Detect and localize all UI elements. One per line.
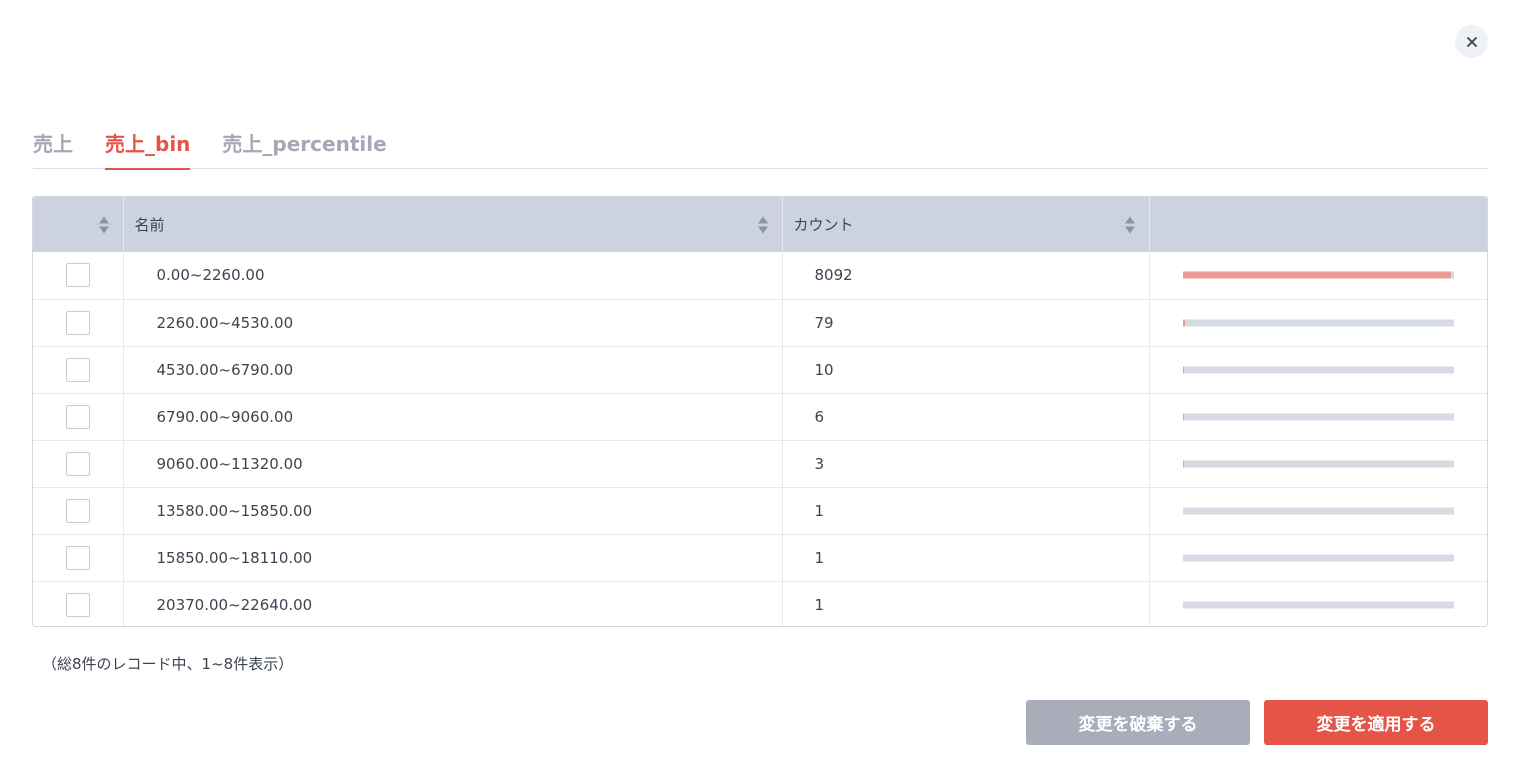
bar-cell [1149, 393, 1487, 440]
column-label-name: 名前 [134, 216, 165, 234]
bar-cell [1149, 440, 1487, 487]
bar-column-header [1149, 197, 1487, 252]
count-bar [1182, 413, 1454, 420]
checkbox-cell [33, 440, 124, 487]
row-checkbox[interactable] [65, 263, 90, 288]
bar-cell [1149, 299, 1487, 346]
bin-count: 1 [782, 581, 1150, 626]
name-column-header[interactable]: 名前 [123, 197, 783, 252]
bin-count: 1 [782, 487, 1150, 534]
count-bar-fill [1182, 366, 1185, 373]
bin-count: 8092 [782, 252, 1150, 299]
table-row: 9060.00~11320.00 3 [33, 440, 1487, 487]
bin-name: 13580.00~15850.00 [123, 487, 783, 534]
row-checkbox[interactable] [65, 451, 90, 476]
bin-name: 9060.00~11320.00 [123, 440, 783, 487]
bar-cell [1149, 252, 1487, 299]
count-bar [1182, 319, 1454, 326]
sort-icon[interactable] [98, 216, 109, 233]
bar-cell [1149, 487, 1487, 534]
table-row: 20370.00~22640.00 1 [33, 581, 1487, 626]
count-bar [1182, 366, 1454, 373]
table-row: 2260.00~4530.00 79 [33, 299, 1487, 346]
bin-count: 10 [782, 346, 1150, 393]
row-checkbox[interactable] [65, 404, 90, 429]
row-checkbox[interactable] [65, 545, 90, 570]
close-button[interactable] [1455, 25, 1488, 58]
close-icon [1466, 36, 1477, 47]
bin-count: 79 [782, 299, 1150, 346]
checkbox-cell [33, 581, 124, 626]
select-column-header[interactable] [33, 197, 124, 252]
table-row: 0.00~2260.00 8092 [33, 252, 1487, 299]
tab-bar: 売上 売上_bin 売上_percentile [33, 128, 1488, 170]
table-row: 15850.00~18110.00 1 [33, 534, 1487, 581]
column-label-count: カウント [793, 216, 854, 234]
bin-count: 1 [782, 534, 1150, 581]
bin-count: 3 [782, 440, 1150, 487]
checkbox-cell [33, 252, 124, 299]
bin-table: 名前 カウント 0.00~2260.00 8092 2260.00~4530.00 7… [32, 196, 1488, 627]
bin-name: 20370.00~22640.00 [123, 581, 783, 626]
checkbox-cell [33, 393, 124, 440]
table-header-row: 名前 カウント [33, 197, 1487, 252]
checkbox-cell [33, 487, 124, 534]
row-checkbox[interactable] [65, 310, 90, 335]
sort-icon[interactable] [1124, 216, 1135, 233]
apply-changes-button[interactable]: 変更を適用する [1264, 700, 1488, 745]
checkbox-cell [33, 299, 124, 346]
bar-cell [1149, 346, 1487, 393]
bin-name: 6790.00~9060.00 [123, 393, 783, 440]
row-checkbox[interactable] [65, 498, 90, 523]
bin-name: 4530.00~6790.00 [123, 346, 783, 393]
bin-count: 6 [782, 393, 1150, 440]
sort-icon[interactable] [757, 216, 768, 233]
record-summary: （総8件のレコード中、1~8件表示） [42, 655, 294, 673]
row-checkbox[interactable] [65, 592, 90, 617]
count-column-header[interactable]: カウント [782, 197, 1150, 252]
tab-sales[interactable]: 売上 [33, 128, 73, 169]
count-bar-fill [1182, 271, 1451, 279]
count-bar [1182, 554, 1454, 561]
tab-sales-bin[interactable]: 売上_bin [105, 128, 191, 170]
tab-sales-percentile[interactable]: 売上_percentile [222, 128, 386, 169]
bin-name: 0.00~2260.00 [123, 252, 783, 299]
checkbox-cell [33, 534, 124, 581]
bin-name: 2260.00~4530.00 [123, 299, 783, 346]
count-bar [1182, 460, 1454, 467]
count-bar [1182, 601, 1454, 609]
count-bar [1182, 507, 1454, 514]
bin-name: 15850.00~18110.00 [123, 534, 783, 581]
count-bar-fill [1182, 413, 1185, 420]
row-checkbox[interactable] [65, 357, 90, 382]
table-row: 13580.00~15850.00 1 [33, 487, 1487, 534]
checkbox-cell [33, 346, 124, 393]
discard-changes-button[interactable]: 変更を破棄する [1026, 700, 1250, 745]
count-bar [1182, 271, 1454, 279]
table-row: 4530.00~6790.00 10 [33, 346, 1487, 393]
count-bar-fill [1182, 319, 1186, 326]
table-row: 6790.00~9060.00 6 [33, 393, 1487, 440]
bar-cell [1149, 581, 1487, 626]
bar-cell [1149, 534, 1487, 581]
